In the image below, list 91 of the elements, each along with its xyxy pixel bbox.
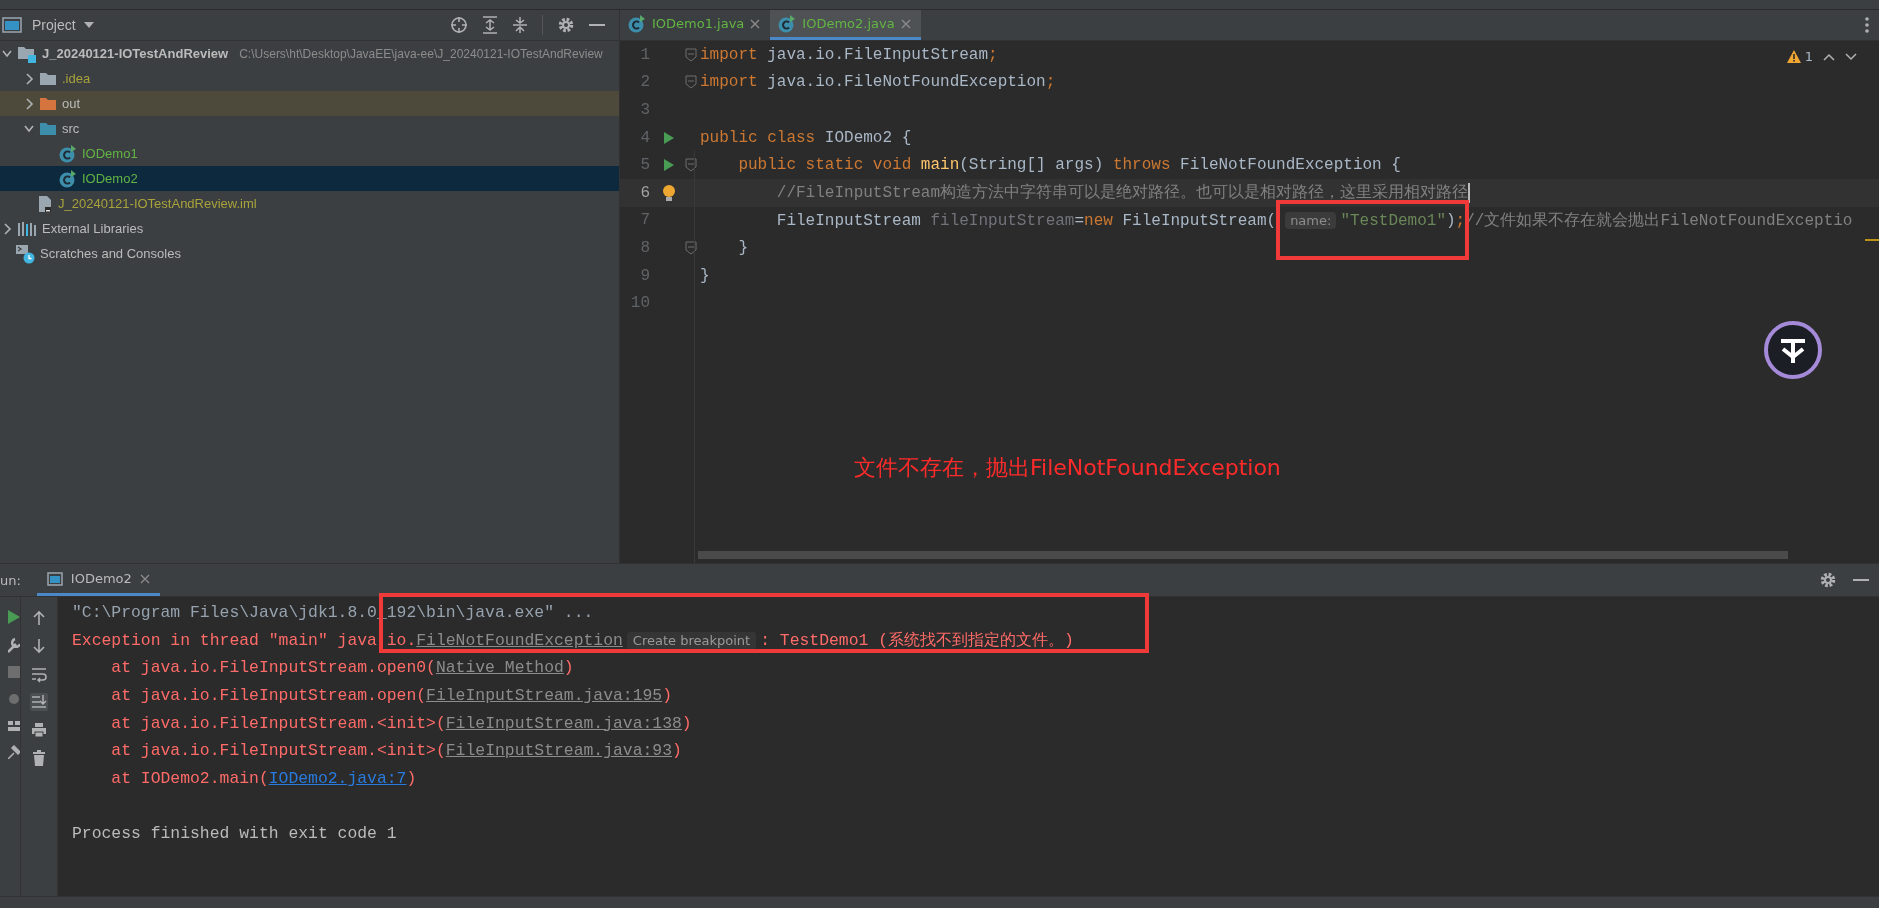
editor-tab[interactable]: IODemo2.java: [770, 10, 921, 40]
settings-icon[interactable]: [557, 16, 575, 34]
window-icon: [2, 17, 22, 33]
project-path: C:\Users\ht\Desktop\JavaEE\java-ee\J_20240121-IOTestAndReview: [239, 46, 603, 61]
close-icon[interactable]: [750, 18, 761, 29]
class-icon: [628, 14, 646, 33]
minimize-icon[interactable]: [1853, 578, 1869, 582]
collapse-all-icon[interactable]: [512, 16, 528, 34]
line-number: 9: [639, 266, 650, 285]
tree-item[interactable]: IODemo2: [0, 166, 619, 191]
code-line: public static void main(String[] args) throws FileNotFoundException {: [737, 156, 1401, 175]
tree-item[interactable]: External Libraries: [0, 216, 619, 241]
line-number: 4: [639, 128, 650, 147]
line-number: 3: [639, 101, 650, 119]
line-number: 2: [639, 73, 650, 92]
run-icon[interactable]: [663, 158, 675, 173]
console-line: at IODemo2.main(IODemo2.java:7): [110, 768, 417, 788]
line-number: 5: [639, 156, 650, 175]
tree-item[interactable]: Scratches and Consoles: [0, 241, 619, 266]
editor-tab[interactable]: IODemo1.java: [620, 10, 771, 40]
source-link[interactable]: IODemo2.java:7: [268, 768, 407, 788]
stack-link[interactable]: FileNotFoundException: [416, 631, 623, 651]
close-icon[interactable]: [139, 573, 150, 584]
tree-item[interactable]: J_20240121-IOTestAndReview C:\Users\ht\Desktop\JavaEE\java-ee\J_20240121-IOTestAndReview: [0, 41, 619, 66]
module-folder-icon: [17, 44, 37, 63]
stack-link[interactable]: FileInputStream.java:93: [445, 741, 672, 761]
warning-counter[interactable]: 1: [1786, 49, 1813, 64]
console-icon: [46, 571, 63, 586]
warning-marker[interactable]: [1865, 239, 1879, 241]
code-line: import java.io.FileInputStream;: [700, 45, 998, 64]
layout-icon[interactable]: [8, 719, 20, 733]
text-caret: [1468, 182, 1471, 203]
more-icon[interactable]: [1865, 17, 1869, 33]
create-breakpoint-button[interactable]: Create breakpoint: [626, 632, 757, 650]
tree-item[interactable]: .idea: [0, 66, 619, 91]
line-number: 1: [639, 45, 650, 64]
library-icon: [17, 220, 37, 237]
line-number: 6: [639, 183, 650, 202]
wrench-icon[interactable]: [8, 637, 20, 653]
chevron-icon[interactable]: [24, 72, 34, 85]
console-line: at java.io.FileInputStream.open(FileInputStream.java:195): [110, 686, 673, 706]
soft-wrap-icon[interactable]: [30, 665, 48, 683]
tree-item[interactable]: src: [0, 116, 619, 141]
class-icon: [59, 169, 77, 188]
code-line: public class IODemo2 {: [700, 128, 912, 147]
chevron-up-icon[interactable]: [1823, 52, 1835, 61]
run-icon[interactable]: [663, 130, 675, 145]
folder-icon: [39, 121, 57, 136]
locate-icon[interactable]: [450, 16, 468, 34]
folder-icon: [39, 71, 57, 86]
lightbulb-icon[interactable]: [662, 183, 676, 202]
tree-item[interactable]: J_20240121-IOTestAndReview.iml: [0, 191, 619, 216]
run-label: un:: [0, 571, 22, 590]
arrow-down-icon[interactable]: [30, 637, 48, 655]
line-number: 8: [639, 238, 650, 257]
stack-link[interactable]: FileInputStream.java:138: [445, 713, 682, 733]
parameter-hint: name:: [1285, 211, 1337, 229]
caret-icon: [83, 22, 94, 28]
scrollbar[interactable]: [698, 551, 1788, 559]
project-view-dropdown[interactable]: Project: [28, 15, 98, 35]
code-line: import java.io.FileNotFoundException;: [700, 73, 1056, 92]
annotation-text: 文件不存在，抛出FileNotFoundException: [854, 454, 1281, 482]
print-icon[interactable]: [30, 721, 48, 739]
trash-icon[interactable]: [30, 749, 48, 767]
console-line: at java.io.FileInputStream.open0(Native Method): [110, 658, 574, 678]
warning-icon: [1786, 50, 1801, 63]
folder-icon: [39, 96, 57, 111]
chevron-icon[interactable]: [2, 222, 12, 235]
chevron-down-icon[interactable]: [1845, 52, 1857, 61]
code-line: }: [700, 266, 710, 285]
settings-icon[interactable]: [1819, 571, 1837, 589]
chevron-icon[interactable]: [24, 97, 34, 110]
minimize-icon[interactable]: [589, 23, 605, 27]
code-line: }: [737, 238, 748, 257]
line-number: 10: [629, 294, 650, 313]
class-icon: [778, 14, 797, 33]
code-line: //FileInputStream构造方法中字符串可以是绝对路径。也可以是相对路径，这里采用相对路径: [775, 182, 1469, 204]
tree-item[interactable]: IODemo1: [0, 141, 619, 166]
console-line: Process finished with exit code 1: [72, 824, 397, 844]
tree-item[interactable]: out: [0, 91, 619, 116]
scroll-to-end-icon[interactable]: [30, 693, 48, 711]
expand-all-icon[interactable]: [482, 16, 498, 34]
stack-link[interactable]: Native Method: [435, 658, 564, 678]
console-line: at java.io.FileInputStream.<init>(FileInputStream.java:93): [110, 741, 682, 761]
file-icon: [37, 194, 53, 213]
class-icon: [59, 144, 77, 163]
console-line: at java.io.FileInputStream.<init>(FileInputStream.java:138): [110, 713, 692, 733]
circle-logo-icon[interactable]: [1764, 321, 1822, 379]
line-number: 7: [639, 211, 650, 230]
scratches-icon: [15, 243, 35, 264]
stack-link[interactable]: FileInputStream.java:195: [426, 686, 663, 706]
